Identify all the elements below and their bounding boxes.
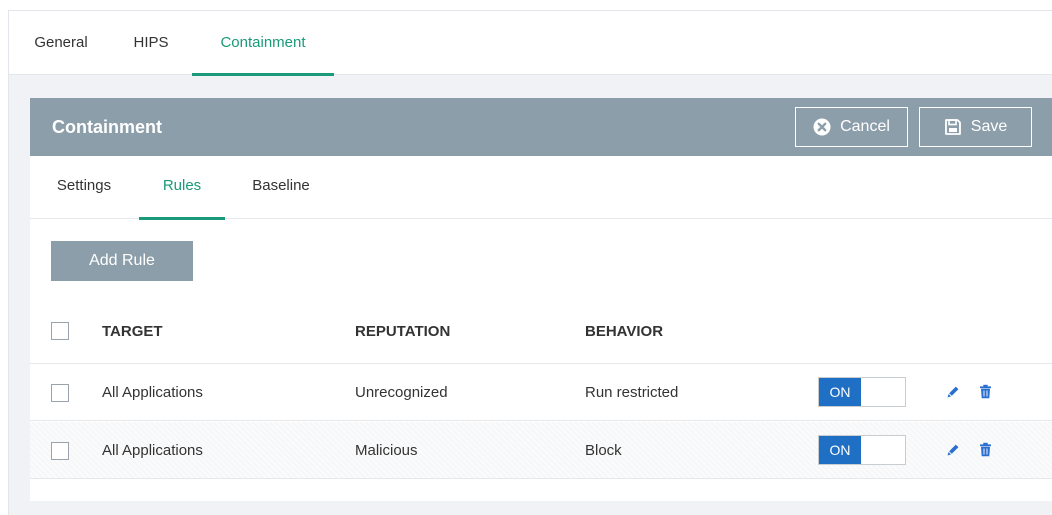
active-tab-indicator	[192, 73, 334, 76]
rule-enabled-toggle[interactable]: ON	[818, 377, 906, 407]
tab-containment[interactable]: Containment	[192, 11, 334, 76]
table-header-row: TARGET REPUTATION BEHAVIOR	[30, 301, 1052, 364]
target-cell: All Applications	[102, 442, 203, 459]
cancel-button-label: Cancel	[840, 118, 890, 135]
tab-hips[interactable]: HIPS	[129, 11, 173, 75]
pencil-icon[interactable]	[946, 384, 961, 399]
reputation-cell: Unrecognized	[355, 384, 448, 401]
top-tab-bar: General HIPS Containment	[9, 11, 1052, 76]
column-header-target[interactable]: TARGET	[102, 301, 163, 363]
tab-settings[interactable]: Settings	[51, 156, 117, 219]
policy-frame: General HIPS Containment Containment Can…	[8, 10, 1052, 515]
add-rule-button[interactable]: Add Rule	[51, 241, 193, 281]
save-button-label: Save	[970, 118, 1008, 135]
floppy-disk-icon	[944, 119, 961, 135]
table-row: All Applications Unrecognized Run restri…	[30, 364, 1052, 421]
save-button[interactable]: Save	[919, 107, 1032, 147]
sub-tab-bar: Settings Rules Baseline	[30, 156, 1052, 220]
behavior-cell: Run restricted	[585, 384, 679, 401]
trash-icon[interactable]	[979, 442, 992, 457]
column-header-reputation[interactable]: REPUTATION	[355, 301, 450, 363]
behavior-cell: Block	[585, 442, 622, 459]
times-circle-icon	[813, 118, 831, 136]
column-header-behavior[interactable]: BEHAVIOR	[585, 301, 663, 363]
tab-containment-label: Containment	[220, 34, 306, 51]
cancel-button[interactable]: Cancel	[795, 107, 908, 147]
row-checkbox[interactable]	[51, 442, 69, 460]
target-cell: All Applications	[102, 384, 203, 401]
table-row: All Applications Malicious Block ON	[30, 422, 1052, 479]
rule-enabled-toggle[interactable]: ON	[818, 435, 906, 465]
trash-icon[interactable]	[979, 384, 992, 399]
pencil-icon[interactable]	[946, 442, 961, 457]
toggle-on-label: ON	[819, 378, 861, 406]
panel-title: Containment	[52, 117, 162, 137]
tab-general[interactable]: General	[31, 11, 91, 75]
reputation-cell: Malicious	[355, 442, 418, 459]
tab-rules-label: Rules	[162, 177, 202, 194]
toggle-on-label: ON	[819, 436, 861, 464]
active-subtab-indicator	[139, 217, 225, 220]
panel-header: Containment Cancel Save	[30, 98, 1052, 156]
tab-baseline[interactable]: Baseline	[247, 156, 315, 219]
containment-panel: Containment Cancel Save Settings Rules B…	[30, 98, 1052, 501]
select-all-checkbox[interactable]	[51, 322, 69, 340]
tab-rules[interactable]: Rules	[139, 156, 225, 220]
row-checkbox[interactable]	[51, 384, 69, 402]
